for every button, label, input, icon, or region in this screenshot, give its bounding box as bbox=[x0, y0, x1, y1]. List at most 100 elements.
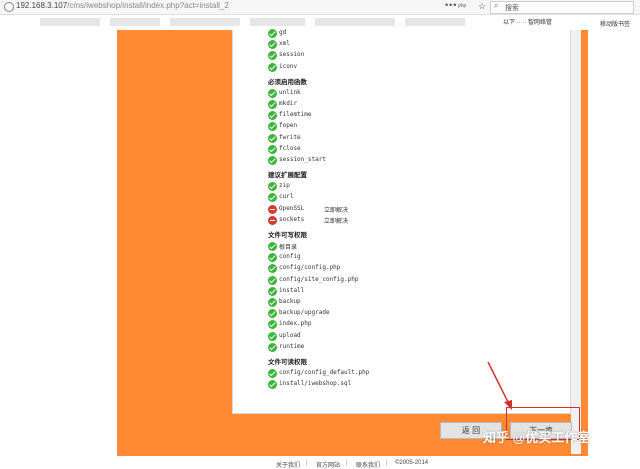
check-item-label: install/iwebshop.sql bbox=[279, 380, 352, 388]
footer-copyright: ©2005-2014 bbox=[395, 460, 429, 466]
check-item-label: backup/upgrade bbox=[279, 309, 330, 317]
check-row-writable: backup bbox=[268, 298, 568, 309]
check-ok-icon bbox=[268, 182, 277, 192]
section-title-readable: 文件可读权限 bbox=[268, 359, 307, 366]
check-row-writable: backup/upgrade bbox=[268, 309, 568, 320]
bookmark-item[interactable] bbox=[170, 18, 240, 26]
check-item-label: upload bbox=[279, 331, 301, 339]
check-ok-icon bbox=[268, 298, 277, 307]
fix-now-link[interactable]: 立即解决 bbox=[324, 216, 348, 225]
page-actions-icon[interactable]: ••• bbox=[445, 0, 457, 10]
check-ok-icon bbox=[268, 275, 277, 285]
check-item-label: sockets bbox=[279, 215, 305, 223]
check-ok-icon bbox=[268, 286, 277, 296]
check-ok-icon bbox=[268, 193, 277, 203]
check-item-label: config bbox=[279, 253, 301, 261]
footer-separator: | bbox=[346, 460, 348, 466]
footer-link-contact[interactable]: 联系我们 bbox=[356, 460, 380, 469]
section-title-writable: 文件可写权限 bbox=[268, 232, 307, 239]
search-input[interactable]: ⌕ 搜索 bbox=[490, 1, 634, 14]
check-row-functions: filemtime bbox=[268, 111, 568, 122]
star-icon[interactable]: ☆ bbox=[478, 1, 486, 12]
check-item-label: fclose bbox=[279, 144, 301, 152]
check-item-label: backup bbox=[279, 298, 301, 305]
check-ok-icon bbox=[268, 62, 277, 72]
check-row-functions: unlink bbox=[268, 88, 568, 100]
check-row-extensions: OpenSSL 立即解决 bbox=[268, 204, 568, 216]
check-item-label: OpenSSL bbox=[279, 204, 305, 212]
check-item-label: config/site_config.php bbox=[279, 275, 359, 283]
check-ok-icon bbox=[268, 342, 277, 352]
fix-now-link[interactable]: 立即解决 bbox=[324, 205, 348, 214]
check-row-readable: install/iwebshop.sql bbox=[268, 380, 568, 391]
check-row-functions: fopen bbox=[268, 122, 568, 133]
bookmark-item[interactable] bbox=[405, 18, 465, 26]
check-item-label: unlink bbox=[279, 88, 301, 96]
check-item-label: xml bbox=[279, 40, 290, 48]
search-placeholder: 搜索 bbox=[505, 5, 519, 12]
check-item-label: config/config.php bbox=[279, 264, 341, 272]
check-row-writable: config/config.php bbox=[268, 264, 568, 275]
bookmark-item[interactable] bbox=[110, 18, 160, 26]
footer-link-about[interactable]: 关于我们 bbox=[276, 460, 300, 469]
check-ok-icon bbox=[268, 380, 277, 390]
footer-separator: | bbox=[386, 460, 388, 466]
watermark: 知乎 @优买工作室 bbox=[483, 430, 591, 445]
check-ok-icon bbox=[268, 156, 277, 165]
url-host: 192.168.3.107 bbox=[16, 1, 68, 10]
check-row-extensions: sockets 立即解决 bbox=[268, 215, 568, 227]
check-ok-icon bbox=[268, 264, 277, 274]
check-ok-icon bbox=[268, 40, 277, 50]
check-ok-icon bbox=[268, 100, 277, 109]
check-row-readable: config/config_default.php bbox=[268, 369, 568, 380]
check-ok-icon bbox=[268, 144, 277, 154]
bookmark-item[interactable] bbox=[40, 18, 100, 26]
check-ok-icon bbox=[268, 309, 277, 319]
mobile-bookmarks[interactable]: 移动版书签 bbox=[600, 19, 630, 28]
bookmark-item[interactable] bbox=[315, 18, 395, 26]
check-ok-icon bbox=[268, 111, 277, 121]
check-item-label: mkdir bbox=[279, 100, 298, 107]
bookmark-item[interactable] bbox=[250, 18, 305, 26]
check-ok-icon bbox=[268, 133, 277, 143]
section-title-functions: 必须启用函数 bbox=[268, 78, 307, 86]
error-icon bbox=[268, 215, 277, 225]
info-icon[interactable] bbox=[4, 2, 14, 12]
check-row-functions: fwrite bbox=[268, 133, 568, 145]
check-row-top: gd bbox=[268, 29, 568, 40]
address-bar[interactable]: 192.168.3.107/cms/iwebshop/install/index… bbox=[16, 1, 229, 10]
check-row-writable: index.php bbox=[268, 320, 568, 331]
check-ok-icon bbox=[268, 320, 277, 330]
check-ok-icon bbox=[268, 88, 277, 98]
check-item-label: fopen bbox=[279, 122, 298, 130]
check-item-label: gd bbox=[279, 29, 287, 36]
check-item-label: filemtime bbox=[279, 111, 312, 119]
check-row-top: session bbox=[268, 51, 568, 62]
check-row-extensions: curl bbox=[268, 193, 568, 204]
check-row-functions: mkdir bbox=[268, 100, 568, 111]
browser-toolbar: 192.168.3.107/cms/iwebshop/install/index… bbox=[0, 0, 640, 15]
check-item-label: iconv bbox=[279, 62, 298, 70]
url-path: /cms/iwebshop/install/index.php?act=inst… bbox=[67, 1, 229, 10]
check-row-writable: runtime bbox=[268, 342, 568, 354]
check-ok-icon bbox=[268, 29, 277, 38]
annotation-arrow-icon bbox=[487, 361, 512, 410]
check-row-writable: 根目录 bbox=[268, 242, 568, 253]
check-ok-icon bbox=[268, 331, 277, 341]
check-ok-icon bbox=[268, 242, 277, 251]
php-tag: php bbox=[458, 3, 467, 9]
footer-link-official[interactable]: 官方网站 bbox=[316, 460, 340, 469]
check-row-extensions: zip bbox=[268, 182, 568, 193]
check-ok-icon bbox=[268, 369, 277, 378]
check-item-label: config/config_default.php bbox=[279, 369, 370, 376]
check-row-writable: config/site_config.php bbox=[268, 275, 568, 287]
check-item-label: runtime bbox=[279, 342, 305, 350]
search-icon: ⌕ bbox=[494, 1, 499, 10]
check-row-top: iconv bbox=[268, 62, 568, 74]
check-row-functions: session_start bbox=[268, 156, 568, 167]
check-item-label: curl bbox=[279, 193, 294, 201]
check-item-label: install bbox=[279, 286, 305, 294]
bookmark-text[interactable]: 以下 ·· ·· 智网络管 bbox=[503, 17, 552, 26]
check-item-label: index.php bbox=[279, 320, 312, 328]
check-row-writable: install bbox=[268, 286, 568, 298]
